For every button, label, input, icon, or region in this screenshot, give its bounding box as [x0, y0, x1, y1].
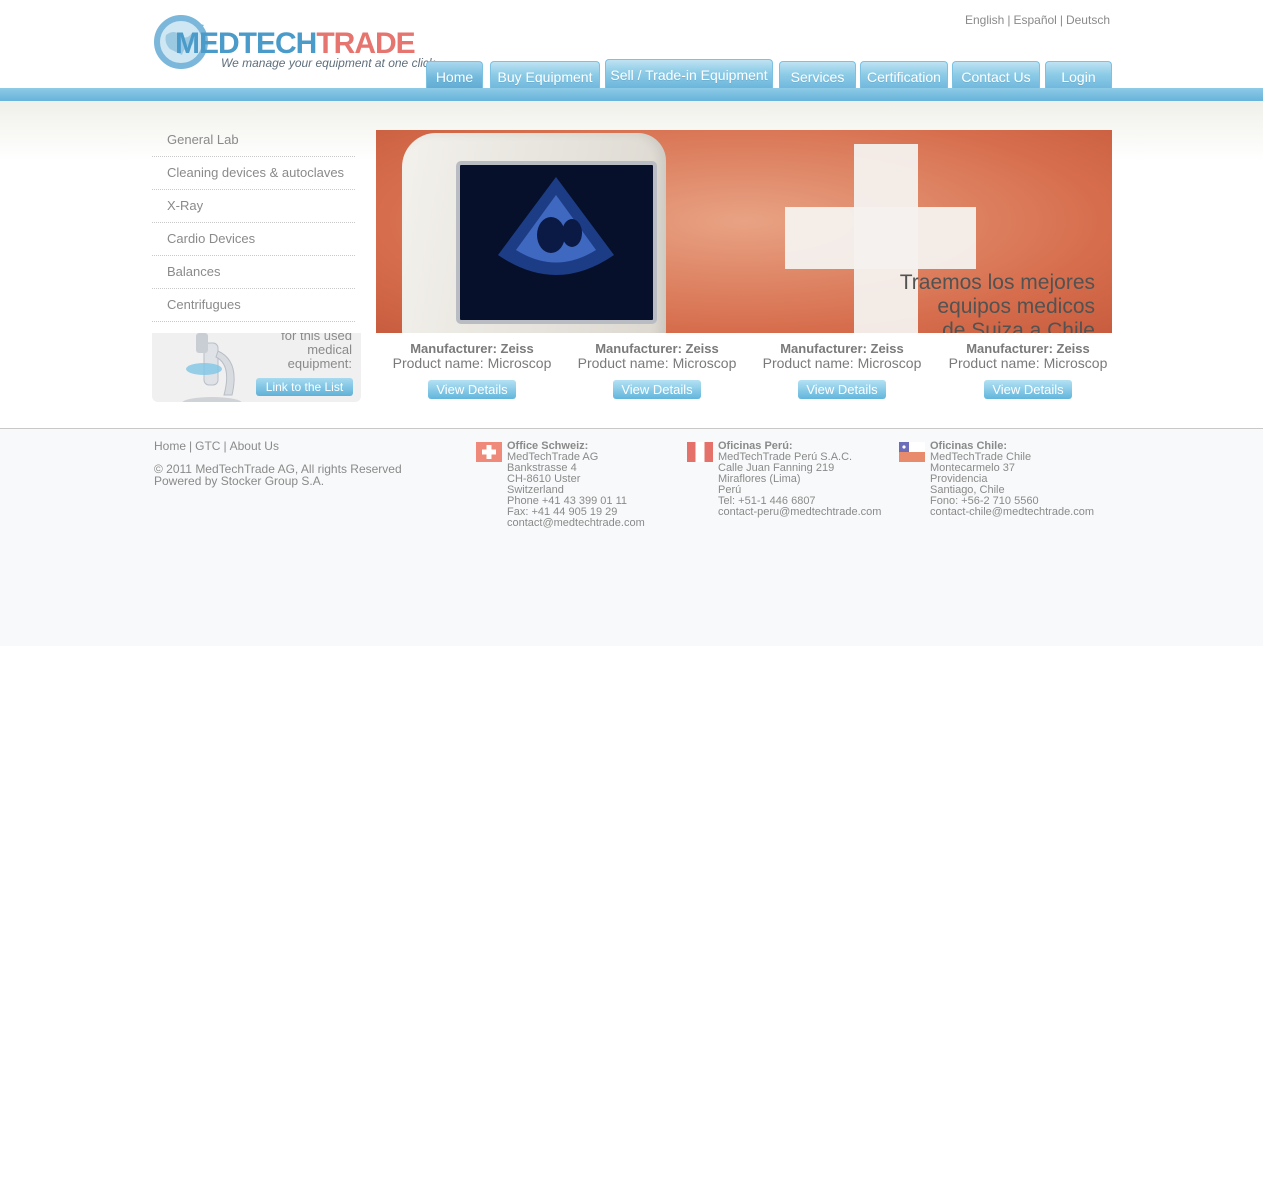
site-logo[interactable]: MEDTECHTRADE We manage your equipment at…: [152, 12, 435, 76]
promo-text-line: medical: [307, 342, 352, 357]
view-details-button[interactable]: View Details: [613, 380, 701, 399]
nav-buy-equipment[interactable]: Buy Equipment: [490, 61, 600, 90]
view-details-button[interactable]: View Details: [984, 380, 1072, 399]
product-manufacturer: Manufacturer: Zeiss: [966, 341, 1090, 356]
view-details-button[interactable]: View Details: [798, 380, 886, 399]
swiss-flag-icon: [476, 442, 502, 462]
footer-links: Home | GTC | About Us: [154, 439, 279, 453]
language-switcher: English | Español | Deutsch: [964, 13, 1110, 27]
product-card: Manufacturer: Zeiss Product name: Micros…: [380, 341, 564, 399]
category-cardio-devices[interactable]: Cardio Devices: [152, 223, 355, 256]
footer-copyright: © 2011 MedTechTrade AG, All rights Reser…: [154, 463, 402, 487]
footer-link-about-us[interactable]: About Us: [230, 439, 279, 453]
ultrasound-screen: [456, 161, 657, 324]
product-card: Manufacturer: Zeiss Product name: Micros…: [936, 341, 1120, 399]
powered-by-text: Powered by Stocker Group S.A.: [154, 474, 325, 488]
product-name: Product name: Microscop: [948, 355, 1108, 371]
header: MEDTECHTRADE We manage your equipment at…: [0, 0, 1263, 101]
product-name: Product name: Microscop: [577, 355, 737, 371]
logo-tagline: We manage your equipment at one click: [221, 56, 435, 70]
swiss-cross-horizontal: [785, 207, 976, 269]
banner-slogan: Traemos los mejores equipos medicos de S…: [900, 271, 1095, 333]
lang-deutsch[interactable]: Deutsch: [1066, 13, 1110, 27]
product-card: Manufacturer: Zeiss Product name: Micros…: [750, 341, 934, 399]
product-manufacturer: Manufacturer: Zeiss: [410, 341, 534, 356]
office-peru: Oficinas Perú: MedTechTrade Perú S.A.C. …: [718, 441, 881, 518]
office-chile: Oficinas Chile: MedTechTrade Chile Monte…: [930, 441, 1094, 518]
view-details-button[interactable]: View Details: [428, 380, 516, 399]
category-x-ray[interactable]: X-Ray: [152, 190, 355, 223]
product-name: Product name: Microscop: [762, 355, 922, 371]
category-balances[interactable]: Balances: [152, 256, 355, 289]
office-line: Miraflores (Lima): [718, 473, 801, 485]
product-card: Manufacturer: Zeiss Product name: Micros…: [565, 341, 749, 399]
footer-link-home[interactable]: Home: [154, 439, 186, 453]
chile-flag-icon: [899, 442, 925, 462]
banner-slogan-line: equipos medicos: [937, 295, 1095, 318]
product-name: Product name: Microscop: [392, 355, 552, 371]
lang-english[interactable]: English: [965, 13, 1004, 27]
nav-contact-us[interactable]: Contact Us: [952, 61, 1040, 90]
footer-link-gtc[interactable]: GTC: [195, 439, 220, 453]
office-email-link[interactable]: contact@medtechtrade.com: [507, 517, 645, 529]
promo-text-line: equipment:: [287, 356, 352, 371]
link-to-list-button[interactable]: Link to the List: [256, 378, 353, 396]
nav-login[interactable]: Login: [1045, 61, 1112, 90]
category-cleaning-devices[interactable]: Cleaning devices & autoclaves: [152, 157, 355, 190]
nav-certification[interactable]: Certification: [860, 61, 948, 90]
footer: Home | GTC | About Us © 2011 MedTechTrade AG…: [0, 428, 1263, 646]
office-email-link[interactable]: contact-chile@medtechtrade.com: [930, 506, 1094, 518]
banner-slogan-line: Traemos los mejores: [899, 271, 1095, 294]
category-centrifugues[interactable]: Centrifugues: [152, 289, 355, 322]
nav-services[interactable]: Services: [779, 61, 856, 90]
category-general-lab[interactable]: General Lab: [152, 124, 355, 157]
peru-flag-icon: [687, 442, 713, 462]
header-divider-band: [0, 88, 1263, 101]
office-switzerland: Office Schweiz: MedTechTrade AG Bankstra…: [507, 441, 645, 529]
category-sidebar: General Lab Cleaning devices & autoclave…: [152, 124, 355, 322]
promo-box: for this used medical equipment: Link to…: [152, 333, 361, 402]
lang-espanol[interactable]: Español: [1013, 13, 1056, 27]
microscope-icon: [182, 333, 242, 402]
ultrasound-scan-icon: [498, 177, 614, 275]
product-manufacturer: Manufacturer: Zeiss: [780, 341, 904, 356]
product-manufacturer: Manufacturer: Zeiss: [595, 341, 719, 356]
hero-banner: Traemos los mejores equipos medicos de S…: [376, 130, 1112, 333]
nav-sell-trade-in[interactable]: Sell / Trade-in Equipment: [605, 59, 773, 88]
office-email-link[interactable]: contact-peru@medtechtrade.com: [718, 506, 881, 518]
promo-text: for this used medical equipment:: [281, 333, 352, 371]
banner-slogan-line: de Suiza a Chile: [942, 319, 1095, 333]
ultrasound-monitor-image: [402, 133, 666, 333]
